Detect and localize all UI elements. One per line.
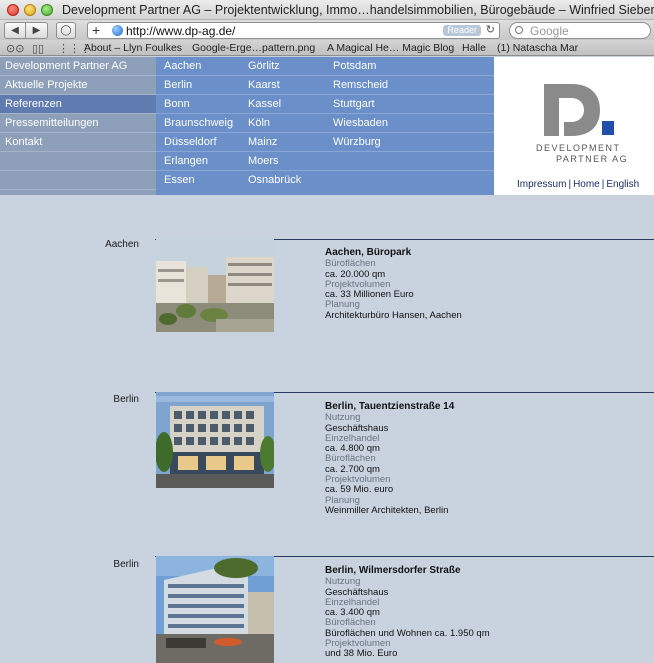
city-link[interactable]: Berlin	[164, 76, 192, 95]
city-link[interactable]: Kassel	[248, 95, 281, 114]
project-photo[interactable]	[156, 392, 274, 488]
close-window-button[interactable]	[7, 4, 19, 16]
site-nav: Development Partner AG Aktuelle Projekte…	[0, 57, 156, 195]
link-separator: |	[568, 179, 572, 190]
forward-arrow-icon: ▶	[32, 25, 41, 36]
city-row: Aachen Görlitz Potsdam	[156, 57, 494, 76]
logo-wordmark-line1: DEVELOPMENT	[536, 143, 621, 153]
city-link[interactable]: Görlitz	[248, 57, 280, 76]
entry-value: und 38 Mio. Euro	[325, 648, 398, 660]
search-icon	[515, 26, 523, 34]
search-placeholder: Google	[530, 24, 569, 38]
city-row: Essen Osnabrück	[156, 171, 494, 190]
url-text[interactable]: http://www.dp-ag.de/	[126, 24, 235, 38]
city-link[interactable]: Potsdam	[333, 57, 376, 76]
city-link[interactable]: Würzburg	[333, 133, 381, 152]
zoom-window-button[interactable]	[41, 4, 53, 16]
nav-spacer	[0, 171, 156, 190]
search-field[interactable]: Google	[509, 22, 651, 39]
city-link[interactable]: Braunschweig	[164, 114, 233, 133]
entry-details: Aachen, Büropark Büroflächen ca. 20.000 …	[325, 247, 462, 321]
dp-logo-mark[interactable]	[544, 84, 614, 136]
entry-details: Berlin, Tauentzienstraße 14 Nutzung Gesc…	[325, 401, 454, 516]
city-link[interactable]: Düsseldorf	[164, 133, 217, 152]
city-link[interactable]: Remscheid	[333, 76, 388, 95]
city-row: Berlin Kaarst Remscheid	[156, 76, 494, 95]
city-link[interactable]: Moers	[248, 152, 279, 171]
city-link[interactable]: Mainz	[248, 133, 277, 152]
city-link[interactable]: Wiesbaden	[333, 114, 388, 133]
address-bar[interactable]: + http://www.dp-ag.de/ Reader ↻	[87, 22, 500, 39]
reading-glasses-icon[interactable]: ⊙⊙	[6, 42, 24, 55]
browser-toolbar: ◀ ▶ ◯ + http://www.dp-ag.de/ Reader ↻ Go…	[0, 20, 654, 40]
city-link[interactable]: Stuttgart	[333, 95, 375, 114]
entry-city-label: Aachen	[105, 239, 139, 250]
window-title: Development Partner AG – Projektentwickl…	[62, 3, 654, 17]
back-arrow-icon: ◀	[11, 25, 19, 36]
references-content: Aachen Aachen, Büropark Büroflächen ca. …	[0, 195, 654, 663]
project-photo[interactable]	[156, 239, 274, 332]
city-row: Braunschweig Köln Wiesbaden	[156, 114, 494, 133]
bookmark-item[interactable]: (1) Natascha Mar	[497, 42, 578, 54]
entry-value: Weinmiller Architekten, Berlin	[325, 504, 449, 516]
back-button[interactable]: ◀	[4, 22, 26, 39]
city-link[interactable]: Kaarst	[248, 76, 280, 95]
entry-city-label: Berlin	[113, 394, 139, 405]
city-link[interactable]: Erlangen	[164, 152, 208, 171]
forward-button[interactable]: ▶	[26, 22, 48, 39]
project-photo[interactable]	[156, 556, 274, 663]
reading-list-button[interactable]: ◯	[56, 22, 76, 39]
logo-wordmark-line2: PARTNER AG	[556, 154, 629, 164]
nav-spacer	[0, 152, 156, 171]
logo-panel: DEVELOPMENT PARTNER AG Impressum | Home | En…	[494, 57, 654, 195]
entry-details: Berlin, Wilmersdorfer Straße Nutzung Ges…	[325, 565, 490, 660]
bookmark-item[interactable]: Halle	[462, 42, 486, 54]
city-row: Düsseldorf Mainz Würzburg	[156, 133, 494, 152]
reload-icon[interactable]: ↻	[486, 23, 495, 36]
ring-icon: ◯	[60, 25, 72, 36]
reader-button[interactable]: Reader	[443, 25, 481, 36]
book-icon[interactable]: ▯▯	[32, 42, 44, 55]
entry-city-label: Berlin	[113, 559, 139, 570]
entry-value: Architekturbüro Hansen, Aachen	[325, 309, 462, 321]
nav-item-pressemitteilungen[interactable]: Pressemitteilungen	[0, 114, 156, 133]
link-separator: |	[601, 179, 605, 190]
city-grid: Aachen Görlitz Potsdam Berlin Kaarst Rem…	[156, 57, 494, 195]
city-row: Erlangen Moers	[156, 152, 494, 171]
entry-title[interactable]: Aachen, Büropark	[325, 247, 462, 258]
entry-title[interactable]: Berlin, Wilmersdorfer Straße	[325, 565, 490, 576]
nav-item-kontakt[interactable]: Kontakt	[0, 133, 156, 152]
nav-item-referenzen[interactable]: Referenzen	[0, 95, 156, 114]
minimize-window-button[interactable]	[24, 4, 36, 16]
nav-item-aktuelle-projekte[interactable]: Aktuelle Projekte	[0, 76, 156, 95]
nav-item-development-partner[interactable]: Development Partner AG	[0, 57, 156, 76]
bookmarks-bar: ⊙⊙ ▯▯ ⋮⋮⋮ About – Llyn Foulkes Google-Er…	[0, 40, 654, 56]
city-link[interactable]: Osnabrück	[248, 171, 301, 190]
entry-title[interactable]: Berlin, Tauentzienstraße 14	[325, 401, 454, 412]
window-titlebar: Development Partner AG – Projektentwickl…	[0, 0, 654, 20]
bookmark-item[interactable]: Google-Erge…pattern.png	[192, 42, 315, 54]
city-link[interactable]: Essen	[164, 171, 195, 190]
city-row: Bonn Kassel Stuttgart	[156, 95, 494, 114]
home-link[interactable]: Home	[573, 179, 600, 190]
impressum-link[interactable]: Impressum	[517, 179, 566, 190]
bookmark-item[interactable]: About – Llyn Foulkes	[84, 42, 182, 54]
footer-links: Impressum | Home | English	[517, 179, 639, 190]
city-link[interactable]: Köln	[248, 114, 270, 133]
city-link[interactable]: Bonn	[164, 95, 190, 114]
add-bookmark-plus-icon[interactable]: +	[92, 23, 100, 38]
bookmark-item[interactable]: A Magical He… Magic Blog	[327, 42, 454, 54]
globe-icon	[112, 25, 123, 36]
english-link[interactable]: English	[606, 179, 639, 190]
city-link[interactable]: Aachen	[164, 57, 201, 76]
